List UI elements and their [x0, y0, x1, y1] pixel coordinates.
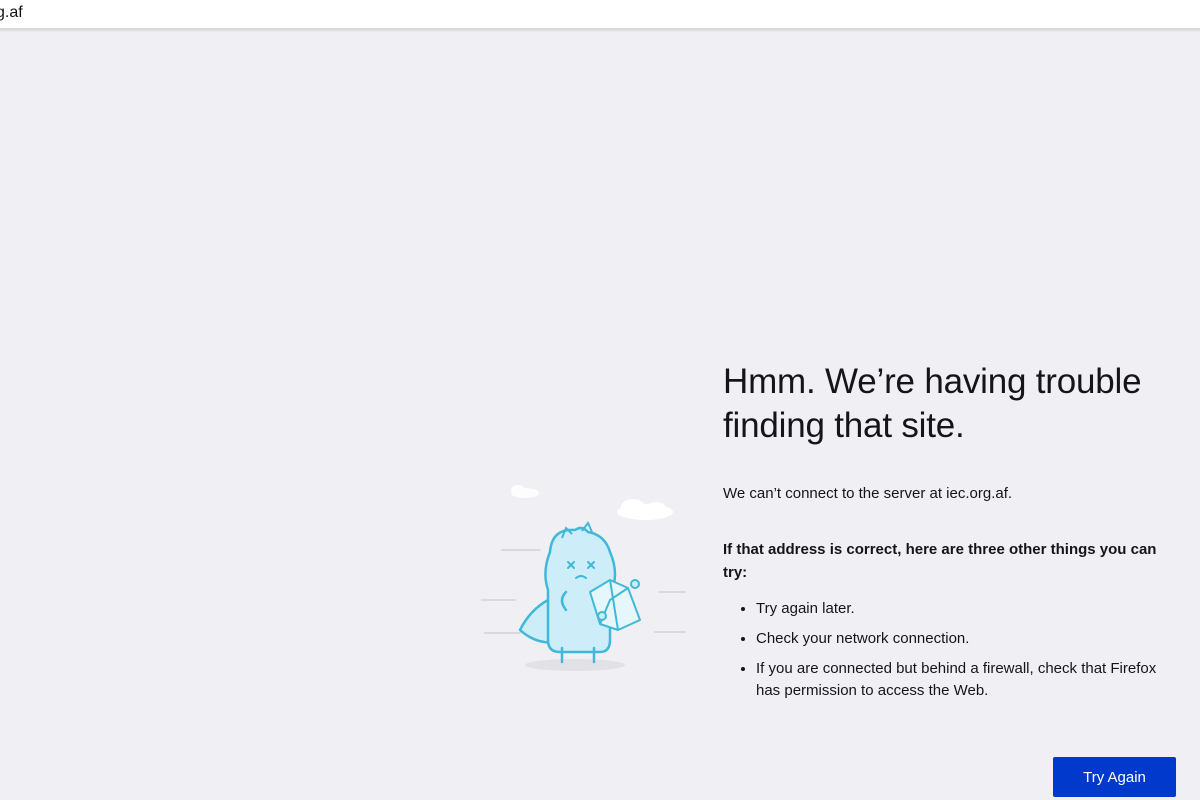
suggestion-item: Check your network connection. [756, 628, 1183, 650]
error-short-description: We can’t connect to the server at iec.or… [723, 485, 1013, 502]
try-again-button[interactable]: Try Again [1053, 757, 1176, 797]
suggestion-item: If you are connected but behind a firewa… [756, 658, 1183, 702]
url-bar[interactable]: g.af [0, 0, 1200, 30]
error-title: Hmm. We’re having trouble finding that s… [723, 362, 1142, 445]
suggestions-heading: If that address is correct, here are thr… [723, 541, 1157, 581]
suggestion-item: Try again later. [756, 598, 1183, 620]
suggestions-list: Try again later. Check your network conn… [723, 598, 1183, 702]
cloud-small [511, 485, 539, 498]
cloud-large [617, 499, 673, 520]
shadow [525, 659, 625, 671]
url-text[interactable]: g.af [0, 4, 23, 22]
error-content: Hmm. We’re having trouble finding that s… [723, 360, 1183, 710]
dino-illustration [481, 485, 686, 671]
